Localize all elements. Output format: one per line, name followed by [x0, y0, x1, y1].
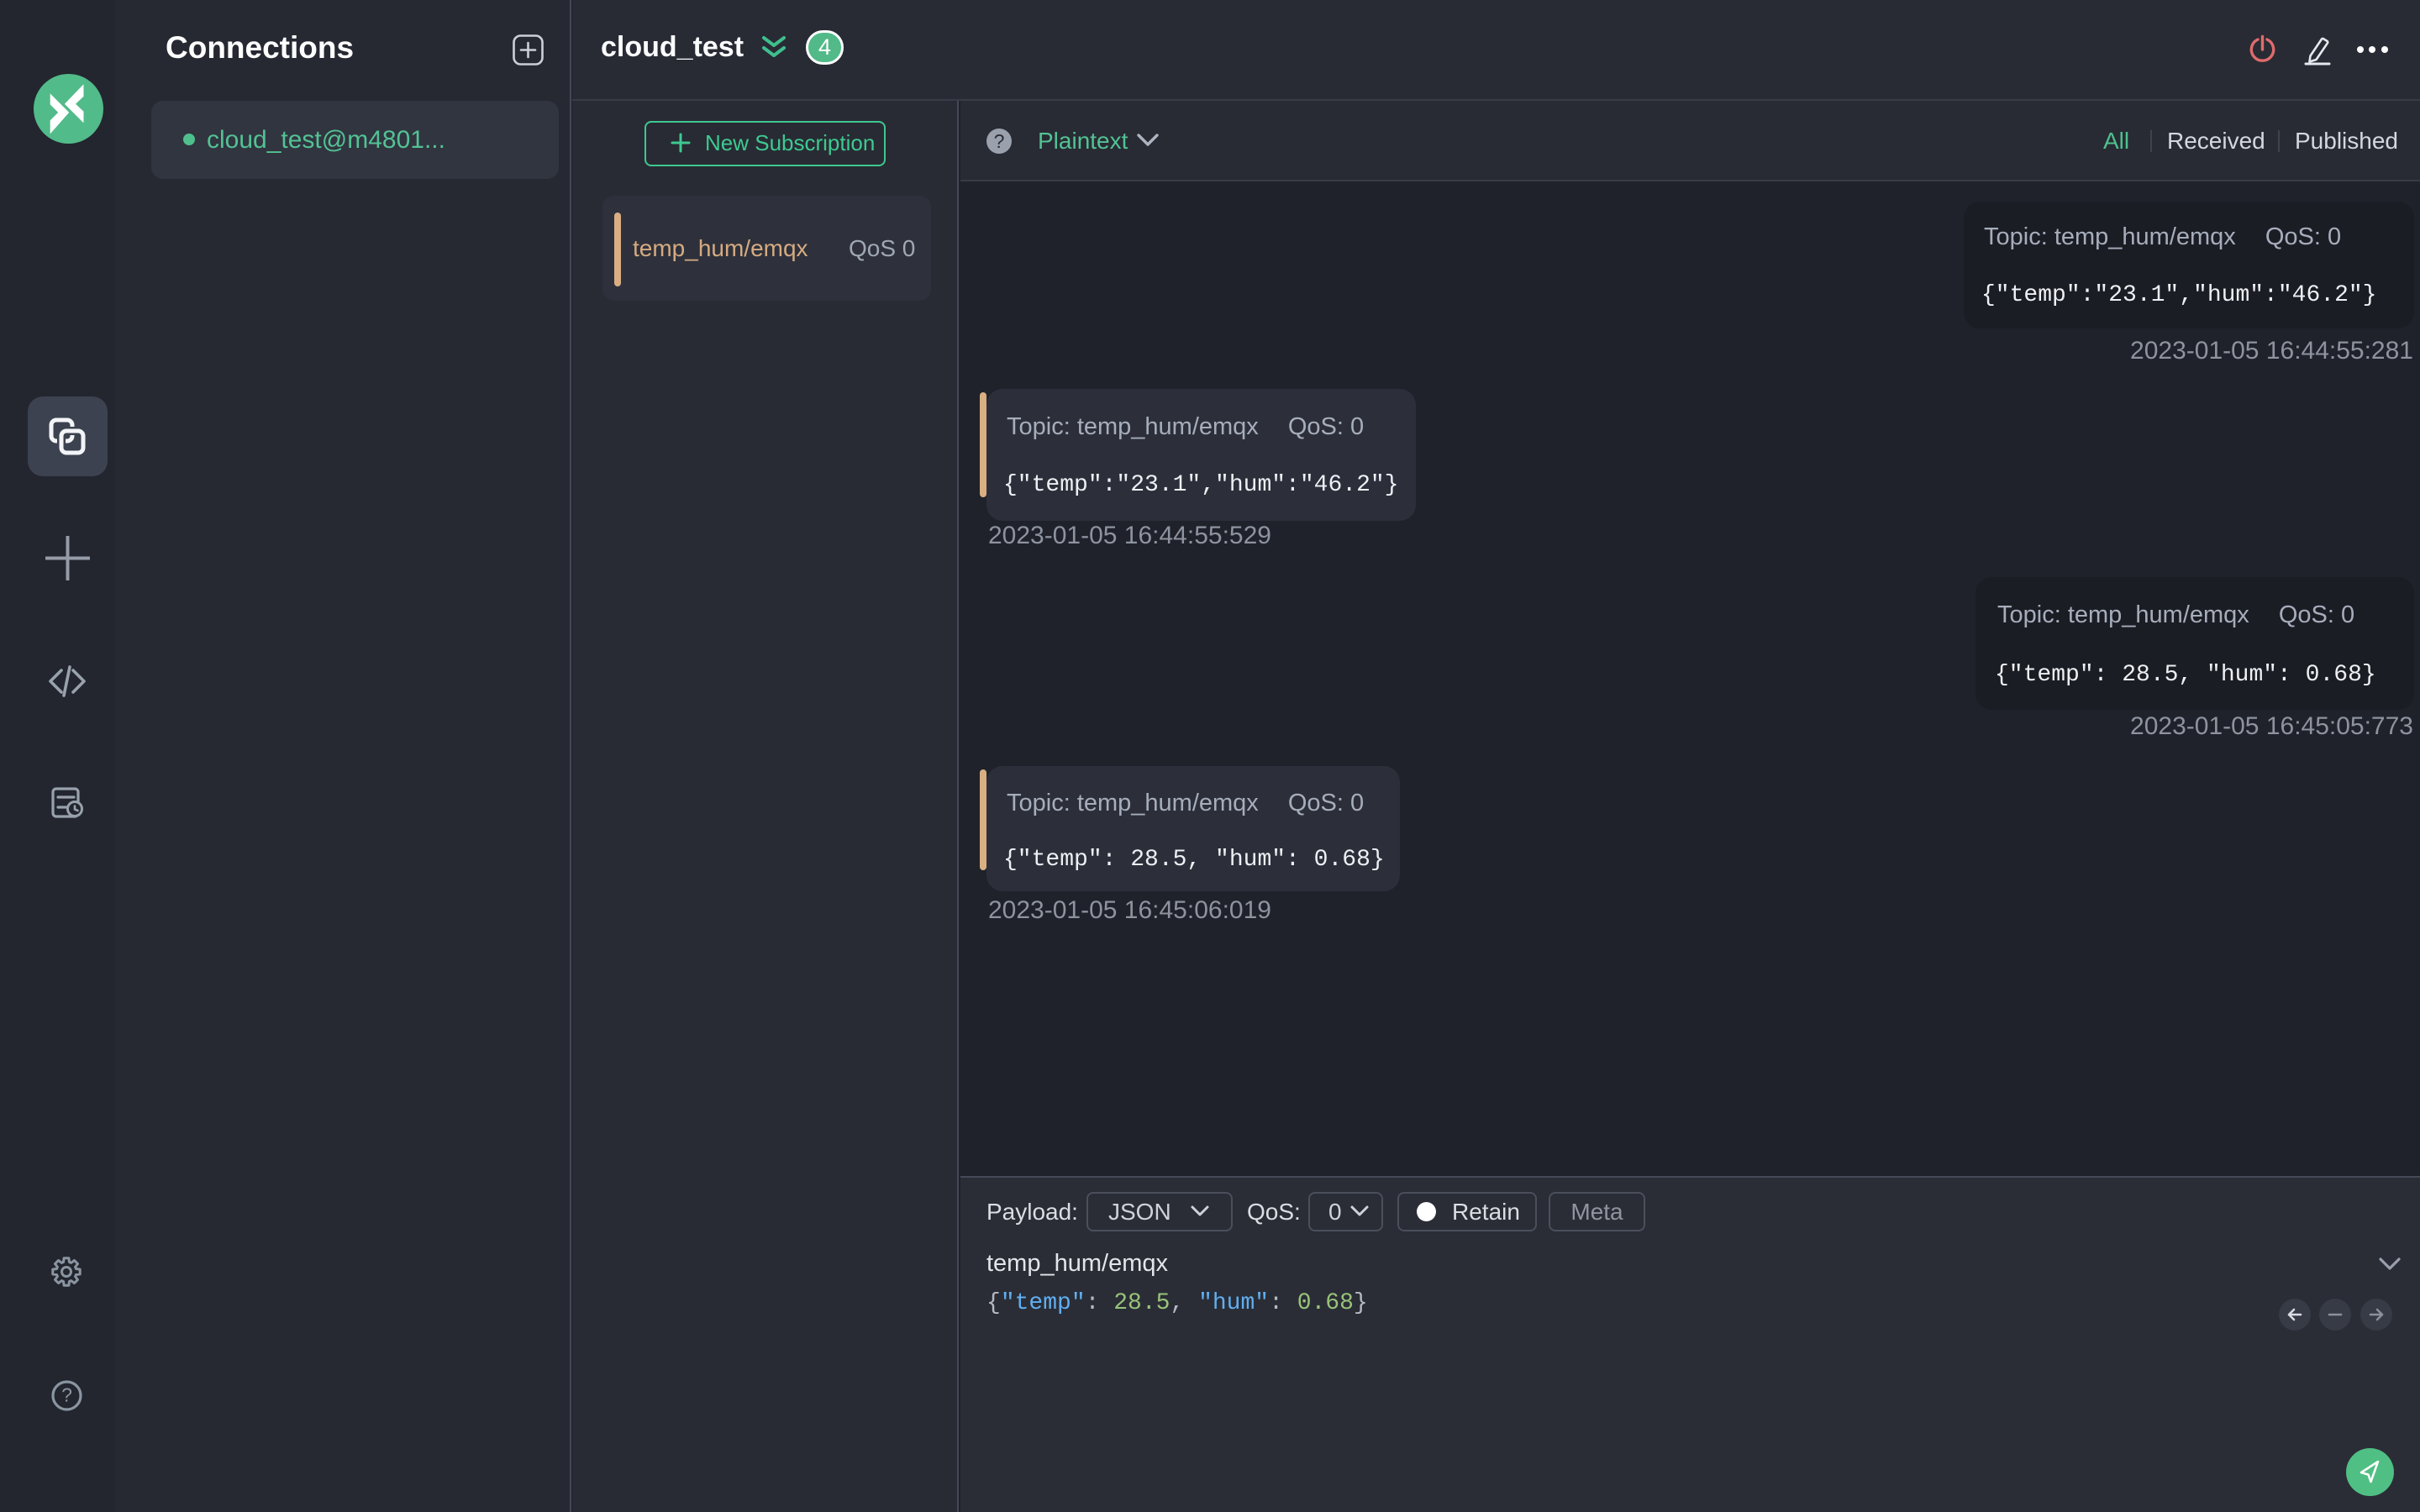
svg-text:?: ? [61, 1384, 72, 1406]
